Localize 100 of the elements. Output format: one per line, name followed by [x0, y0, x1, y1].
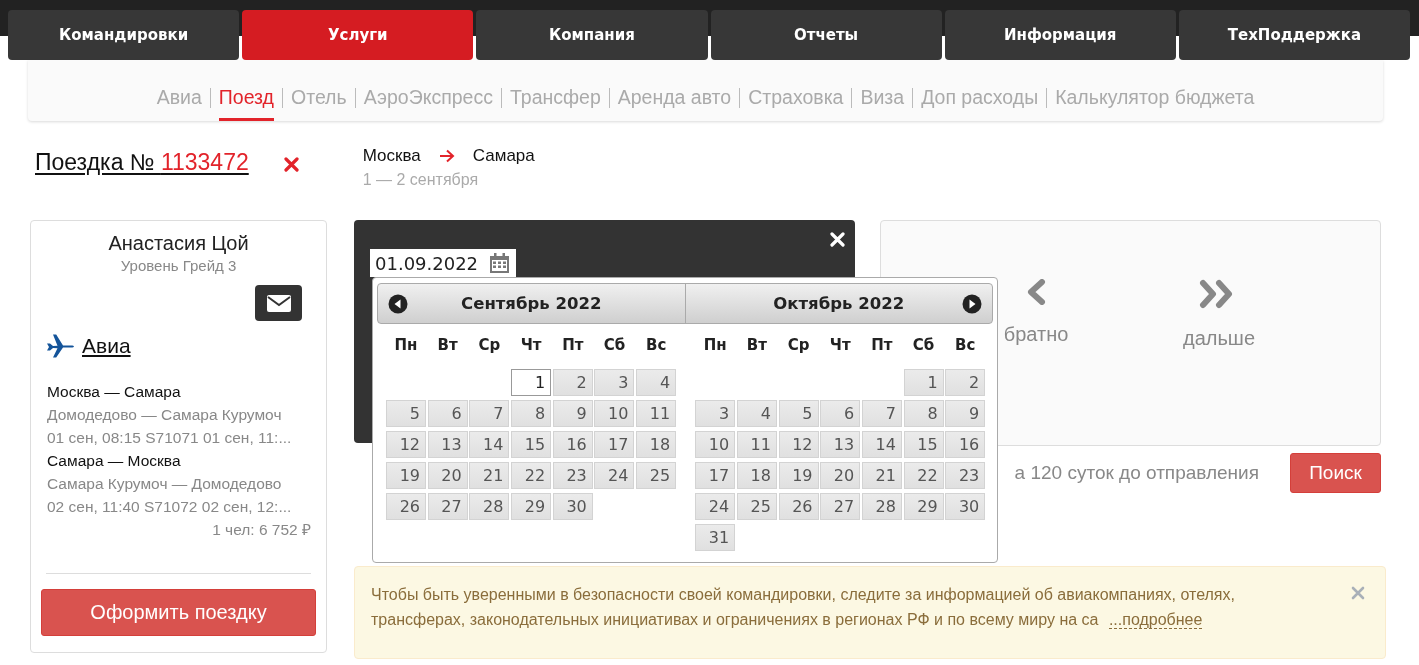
next-month-icon[interactable]: [962, 294, 982, 314]
day-cell[interactable]: 18: [736, 462, 777, 489]
day-cell[interactable]: 16: [945, 431, 986, 458]
month-title: Октябрь 2022: [773, 294, 905, 313]
weekday-label: Ср: [786, 335, 811, 356]
forward-link[interactable]: дальше: [1174, 279, 1264, 445]
day-cell[interactable]: 11: [636, 400, 677, 427]
day-cell[interactable]: 15: [903, 431, 944, 458]
date-field[interactable]: 01.09.2022: [370, 249, 516, 277]
segment-airports: Домодедово — Самара Курумоч: [47, 405, 283, 425]
weekday-label: Вт: [436, 335, 459, 356]
day-cell[interactable]: 22: [511, 462, 552, 489]
day-cell[interactable]: 13: [820, 431, 861, 458]
day-cell[interactable]: 2: [552, 369, 593, 396]
weekday-label: Ср: [477, 335, 502, 356]
segment-route: Самара — Москва: [47, 451, 182, 471]
day-cell[interactable]: 4: [736, 400, 777, 427]
day-cell[interactable]: 14: [861, 431, 902, 458]
day-cell[interactable]: 27: [820, 493, 861, 520]
email-button[interactable]: [255, 285, 302, 321]
search-button[interactable]: Поиск: [1290, 453, 1381, 493]
trip-link[interactable]: Поездка № 1133472: [35, 149, 249, 176]
chevron-left-icon: [1025, 279, 1047, 305]
day-cell[interactable]: 15: [511, 431, 552, 458]
day-cell[interactable]: 26: [778, 493, 819, 520]
nav-tab[interactable]: Компания: [476, 10, 708, 60]
day-cell[interactable]: 6: [820, 400, 861, 427]
total-price: 1 чел: 6 752 ₽: [211, 520, 311, 540]
day-cell[interactable]: 7: [861, 400, 902, 427]
weekday-label: Сб: [602, 335, 627, 356]
weekday-label: Вс: [954, 335, 977, 356]
day-cell[interactable]: 10: [695, 431, 736, 458]
day-cell[interactable]: 19: [386, 462, 426, 489]
day-cell[interactable]: 29: [511, 493, 552, 520]
segment-times: 01 сен, 08:15 S71071 01 сен, 11:...: [47, 428, 293, 448]
day-cell[interactable]: 3: [695, 400, 736, 427]
segment-route: Москва — Самара: [47, 382, 182, 402]
day-cell[interactable]: 13: [427, 431, 468, 458]
service-tab[interactable]: Поезд: [218, 84, 274, 121]
nav-tab[interactable]: Услуги: [242, 10, 474, 60]
day-cell[interactable]: 7: [469, 400, 510, 427]
day-cell[interactable]: 8: [511, 400, 552, 427]
day-cell[interactable]: 12: [778, 431, 819, 458]
day-cell[interactable]: 3: [594, 369, 635, 396]
day-cell[interactable]: 28: [861, 493, 902, 520]
day-cell[interactable]: 4: [636, 369, 677, 396]
day-cell[interactable]: 20: [427, 462, 468, 489]
nav-tab[interactable]: Отчеты: [710, 10, 942, 60]
day-cell[interactable]: 9: [945, 400, 986, 427]
day-cell[interactable]: 27: [427, 493, 468, 520]
previous-month-icon[interactable]: [388, 294, 408, 314]
day-cell[interactable]: 12: [386, 431, 426, 458]
airplane-icon: [47, 334, 74, 358]
day-cell[interactable]: 25: [636, 462, 677, 489]
day-cell[interactable]: 22: [903, 462, 944, 489]
day-cell[interactable]: 10: [594, 400, 635, 427]
day-cell[interactable]: 1: [903, 369, 944, 396]
day-cell[interactable]: 16: [552, 431, 593, 458]
day-cell[interactable]: 17: [695, 462, 736, 489]
day-cell[interactable]: 30: [552, 493, 593, 520]
day-cell[interactable]: 28: [469, 493, 510, 520]
nav-tab[interactable]: Командировки: [8, 10, 240, 60]
day-cell[interactable]: 8: [903, 400, 944, 427]
day-cell[interactable]: 9: [552, 400, 593, 427]
more-link[interactable]: ...подробнее: [1108, 611, 1203, 629]
day-cell[interactable]: 21: [469, 462, 510, 489]
day-cell[interactable]: 30: [945, 493, 986, 520]
day-cell[interactable]: 31: [695, 524, 736, 551]
day-cell[interactable]: 21: [861, 462, 902, 489]
weekday-label: Пн: [702, 335, 728, 356]
day-cell[interactable]: 20: [820, 462, 861, 489]
nav-tab[interactable]: Информация: [944, 10, 1176, 60]
day-cell[interactable]: 11: [736, 431, 777, 458]
day-cell[interactable]: 1: [511, 369, 552, 396]
day-cell[interactable]: 17: [594, 431, 635, 458]
day-cell[interactable]: 6: [427, 400, 468, 427]
checkout-button[interactable]: Оформить поездку: [41, 589, 316, 636]
day-cell[interactable]: 25: [736, 493, 777, 520]
weekday-label: Чт: [828, 335, 852, 356]
weekday-label: Сб: [911, 335, 936, 356]
notice-text: Чтобы быть уверенными в безопасности своей командировки, следите за информацией об авиакомпаниях, отелях, трансферах, законодательных инициативах и ограничениях в регионах РФ и по всему миру на са ...подробнее: [371, 585, 1236, 631]
day-cell[interactable]: 19: [778, 462, 819, 489]
day-cell[interactable]: 23: [945, 462, 986, 489]
calendar-icon: [490, 253, 509, 273]
day-cell[interactable]: 18: [636, 431, 677, 458]
day-cell[interactable]: 5: [778, 400, 819, 427]
day-cell[interactable]: 24: [695, 493, 736, 520]
day-cell[interactable]: 29: [903, 493, 944, 520]
day-cell[interactable]: 5: [386, 400, 426, 427]
nav-tab[interactable]: ТехПоддержка: [1178, 10, 1411, 60]
flight-link[interactable]: Авиа: [82, 334, 131, 358]
day-cell[interactable]: 24: [594, 462, 635, 489]
day-cell[interactable]: 23: [552, 462, 593, 489]
weekday-label: Пн: [393, 335, 419, 356]
segment-airports: Самара Курумоч — Домодедово: [47, 474, 283, 494]
day-cell[interactable]: 26: [386, 493, 426, 520]
back-link[interactable]: братно: [991, 279, 1081, 445]
envelope-icon: [266, 294, 291, 312]
day-cell[interactable]: 14: [469, 431, 510, 458]
day-cell[interactable]: 2: [945, 369, 986, 396]
